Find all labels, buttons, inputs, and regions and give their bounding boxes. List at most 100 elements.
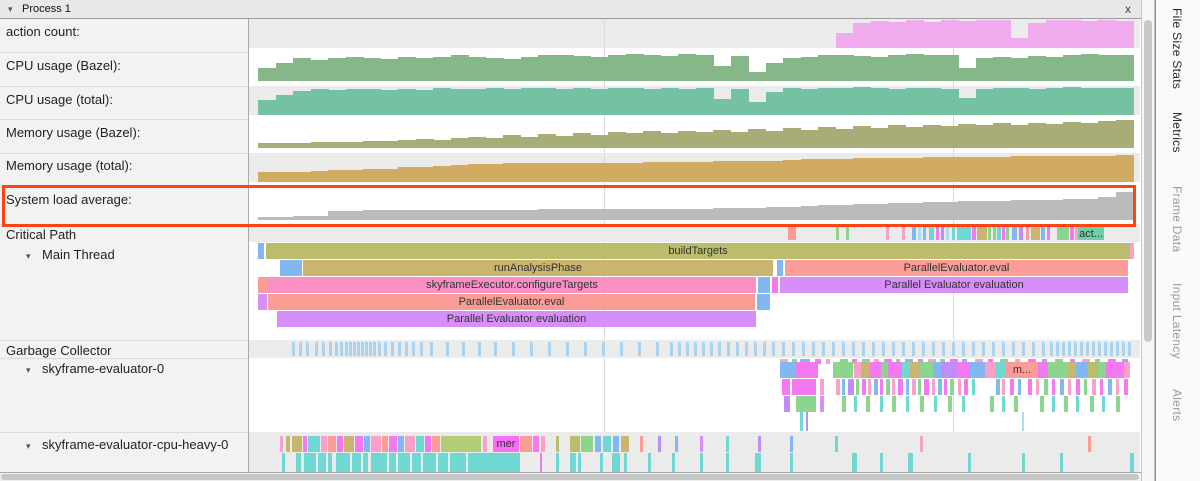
trace-event-bar[interactable] (997, 227, 1001, 240)
gc-tick[interactable] (922, 342, 925, 356)
counter-bar[interactable] (643, 162, 661, 182)
trace-event-bar[interactable] (777, 260, 783, 276)
counter-bar[interactable] (521, 137, 539, 148)
counter-bar[interactable] (398, 167, 416, 182)
trace-event-bar[interactable] (886, 379, 890, 395)
trace-event-bar[interactable] (856, 379, 859, 395)
collapse-evaluator0-icon[interactable]: ▾ (26, 365, 31, 376)
counter-bar[interactable] (678, 89, 696, 115)
gc-tick[interactable] (1050, 342, 1053, 356)
counter-bar[interactable] (1028, 123, 1046, 148)
counter-bar[interactable] (398, 57, 416, 81)
gc-tick[interactable] (494, 342, 497, 356)
gc-tick[interactable] (412, 342, 415, 356)
trace-event-bar[interactable] (540, 453, 542, 472)
trace-event-bar[interactable] (280, 260, 302, 276)
trace-event-bar[interactable] (996, 379, 1000, 395)
trace-event-bar[interactable] (862, 379, 866, 395)
trace-event-bar[interactable] (788, 227, 796, 240)
counter-bar[interactable] (521, 57, 539, 81)
trace-event-bar[interactable] (450, 453, 466, 472)
counter-bar[interactable] (608, 55, 626, 81)
trace-event-bar[interactable] (757, 294, 770, 310)
counter-bar[interactable] (1116, 21, 1134, 48)
trace-event-bar[interactable] (1028, 379, 1032, 395)
counter-bar[interactable] (1063, 55, 1081, 81)
gc-tick[interactable] (329, 342, 332, 356)
counter-bar[interactable] (836, 33, 854, 48)
gc-tick[interactable] (710, 342, 713, 356)
trace-event-bar[interactable] (640, 436, 643, 452)
trace-event-bar[interactable] (977, 227, 987, 240)
counter-bar[interactable] (1063, 87, 1081, 115)
sidebar-tab-frame-data[interactable]: Frame Data (1170, 186, 1184, 252)
counter-bar[interactable] (486, 138, 504, 148)
counter-bar[interactable] (1028, 89, 1046, 115)
trace-event-bar[interactable] (848, 379, 854, 395)
trace-event-bar[interactable] (968, 453, 971, 472)
counter-bar[interactable] (486, 88, 504, 115)
trace-event-bar[interactable] (1102, 396, 1105, 412)
counter-bar[interactable] (468, 137, 486, 148)
trace-event-bar[interactable] (258, 277, 268, 293)
trace-event-bar[interactable] (258, 294, 267, 310)
counter-bar[interactable] (573, 88, 591, 115)
gc-tick[interactable] (391, 342, 394, 356)
trace-event-bar[interactable] (833, 362, 853, 378)
trace-event-badge[interactable]: act... (1078, 227, 1104, 240)
trace-event-bar[interactable] (352, 453, 361, 472)
trace-event-bar[interactable] (836, 227, 839, 240)
counter-bar[interactable] (1081, 54, 1099, 81)
gc-tick[interactable] (1110, 342, 1113, 356)
trace-event-bar[interactable] (363, 453, 368, 472)
trace-event-bar[interactable]: Parallel Evaluator evaluation (780, 277, 1128, 293)
trace-event-bar[interactable] (296, 453, 301, 472)
trace-event-bar[interactable] (318, 453, 326, 472)
counter-bar[interactable] (276, 95, 294, 115)
sidebar-tab-file-size-stats[interactable]: File Size Stats (1170, 8, 1184, 89)
counter-bar[interactable] (363, 58, 381, 81)
trace-event-bar[interactable] (621, 436, 629, 452)
trace-event-bar[interactable] (1088, 362, 1098, 378)
trace-event-bar[interactable] (852, 453, 857, 472)
trace-event-bar[interactable] (918, 227, 921, 240)
counter-bar[interactable] (818, 159, 836, 182)
trace-event-bar[interactable] (826, 359, 830, 364)
counter-bar[interactable] (713, 66, 731, 81)
gc-tick[interactable] (852, 342, 855, 356)
trace-event-bar[interactable]: m... (1006, 362, 1038, 378)
trace-event-bar[interactable] (405, 436, 415, 452)
trace-event-bar[interactable] (1052, 379, 1055, 395)
trace-event-bar[interactable] (772, 277, 778, 293)
trace-event-bar[interactable] (962, 396, 965, 412)
counter-bar[interactable] (328, 170, 346, 182)
counter-bar[interactable] (328, 142, 346, 148)
trace-event-bar[interactable] (726, 453, 729, 472)
counter-bar[interactable] (468, 57, 486, 81)
trace-event-bar[interactable] (441, 436, 481, 452)
counter-bar[interactable] (923, 22, 941, 48)
gc-tick[interactable] (702, 342, 705, 356)
trace-event-bar[interactable] (941, 227, 944, 240)
gc-tick[interactable] (812, 342, 815, 356)
trace-event-bar[interactable] (874, 379, 878, 395)
counter-bar[interactable] (836, 88, 854, 115)
trace-event-bar[interactable] (570, 436, 580, 452)
trace-event-bar[interactable] (570, 453, 576, 472)
trace-event-bar[interactable] (1057, 227, 1069, 240)
counter-bar[interactable] (643, 55, 661, 81)
trace-event-bar[interactable] (932, 379, 935, 395)
counter-bar[interactable] (276, 63, 294, 81)
trace-event-bar[interactable] (1088, 436, 1091, 452)
gc-tick[interactable] (932, 342, 935, 356)
trace-event-bar[interactable] (868, 379, 871, 395)
trace-event-bar[interactable] (1108, 379, 1112, 395)
trace-event-bar[interactable] (912, 379, 916, 395)
counter-bar[interactable] (293, 58, 311, 81)
counter-bar[interactable] (433, 57, 451, 81)
gc-tick[interactable] (754, 342, 757, 356)
gc-tick[interactable] (340, 342, 343, 356)
trace-event-bar[interactable] (578, 453, 581, 472)
trace-event-bar[interactable] (888, 362, 902, 378)
trace-event-bar[interactable] (1012, 227, 1017, 240)
